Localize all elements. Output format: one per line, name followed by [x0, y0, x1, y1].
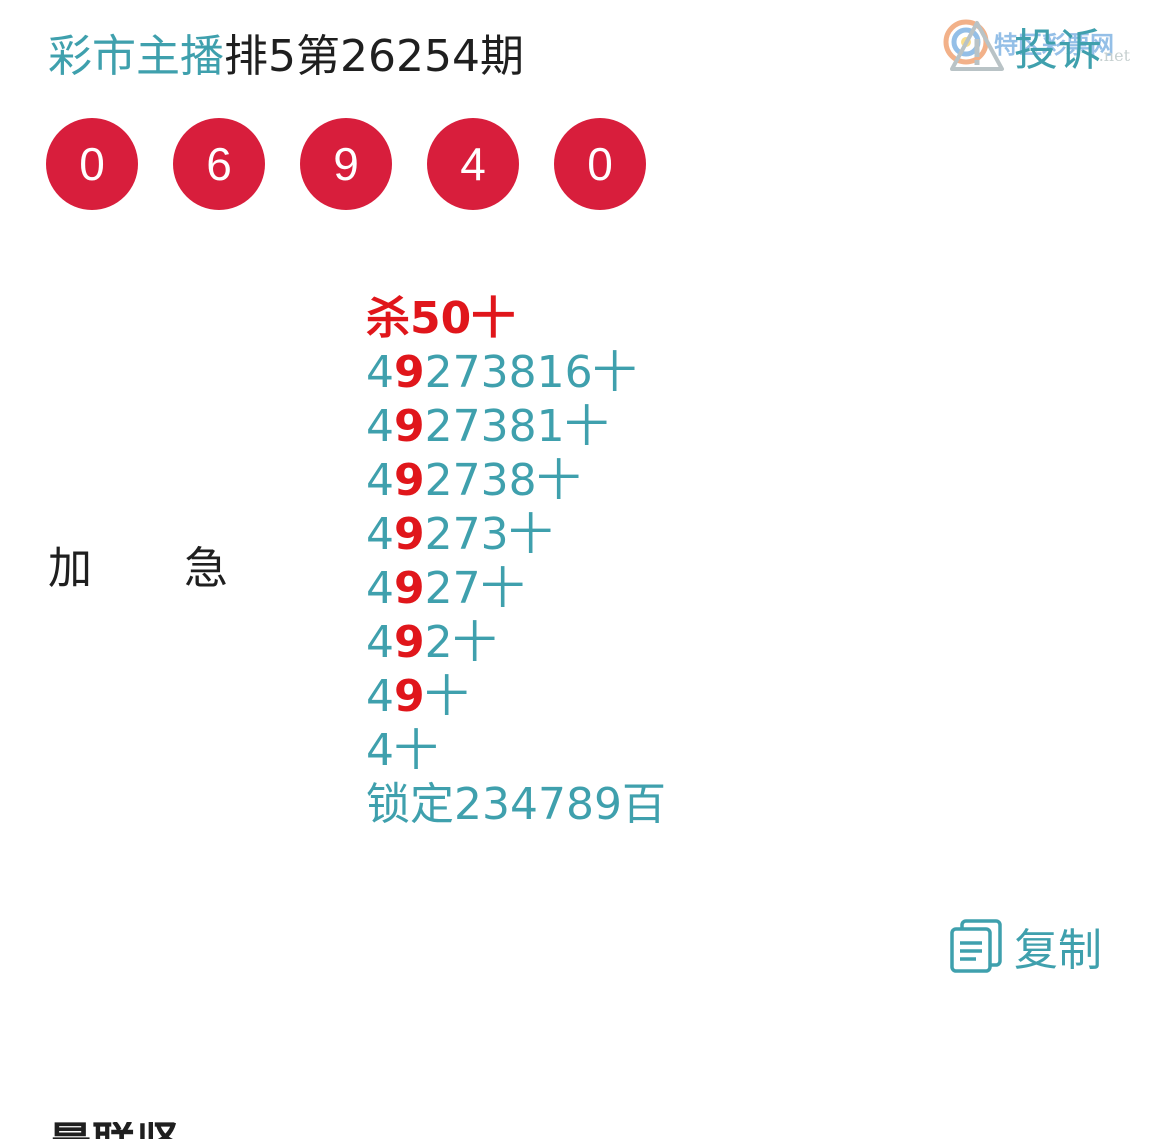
line-highlight: 9 [394, 347, 425, 398]
copy-icon [950, 919, 1002, 973]
prediction-line: 49十 [366, 670, 666, 724]
line-highlight: 9 [394, 563, 425, 614]
line-highlight: 9 [394, 671, 425, 722]
number-ball: 9 [300, 118, 392, 210]
line-prefix: 4 [366, 509, 394, 560]
copy-button[interactable]: 复制 [948, 914, 1102, 978]
prediction-line: 49273816十 [366, 346, 666, 400]
number-ball: 6 [173, 118, 265, 210]
line-rest: 十 [424, 671, 469, 722]
line-rest: 27十 [424, 563, 525, 614]
copy-label: 复制 [1014, 925, 1102, 976]
prediction-line: 492738十 [366, 454, 666, 508]
issue-title: 排5第26254期 [224, 31, 524, 82]
urgent-label-first: 加 [48, 543, 92, 594]
line-highlight: 9 [394, 509, 425, 560]
line-prefix: 4 [366, 725, 394, 776]
number-ball: 4 [427, 118, 519, 210]
prediction-line: 49273十 [366, 508, 666, 562]
line-rest: 273816十 [424, 347, 637, 398]
prediction-line: 4927十 [366, 562, 666, 616]
prediction-line: 492十 [366, 616, 666, 670]
watermark-sub: .net [1098, 46, 1130, 65]
number-ball: 0 [46, 118, 138, 210]
line-rest: 十 [394, 725, 438, 776]
complain-label: 投诉 [1014, 25, 1102, 76]
draw-numbers: 0 6 9 4 0 [46, 118, 646, 210]
line-prefix: 4 [366, 347, 394, 398]
warning-icon [948, 17, 1006, 75]
line-rest: 2十 [424, 617, 497, 668]
lock-line: 锁定234789百 [366, 779, 666, 830]
line-highlight: 9 [394, 455, 425, 506]
complain-button[interactable]: 投诉 [948, 14, 1102, 78]
page-header: 彩市主播 排5第26254期 [48, 22, 524, 82]
prediction-line: 4十 [366, 724, 666, 778]
line-rest: 2738十 [424, 455, 581, 506]
line-prefix: 4 [366, 617, 394, 668]
line-rest: 27381十 [424, 401, 609, 452]
urgent-label-second: 急 [184, 543, 228, 594]
prediction-line: 4927381十 [366, 400, 666, 454]
brand-name[interactable]: 彩市主播 [48, 20, 224, 84]
prediction-content: 杀50十 49273816十 4927381十 492738十 49273十 4… [366, 292, 666, 832]
kill-line: 杀50十 [366, 293, 516, 344]
number-ball: 0 [554, 118, 646, 210]
line-rest: 273十 [424, 509, 553, 560]
line-prefix: 4 [366, 671, 394, 722]
line-prefix: 4 [366, 563, 394, 614]
line-prefix: 4 [366, 455, 394, 506]
urgent-label: 加 急 [48, 532, 228, 596]
line-highlight: 9 [394, 401, 425, 452]
line-highlight: 9 [394, 617, 425, 668]
line-prefix: 4 [366, 401, 394, 452]
next-section-heading: 晨联坚 [48, 1122, 180, 1139]
